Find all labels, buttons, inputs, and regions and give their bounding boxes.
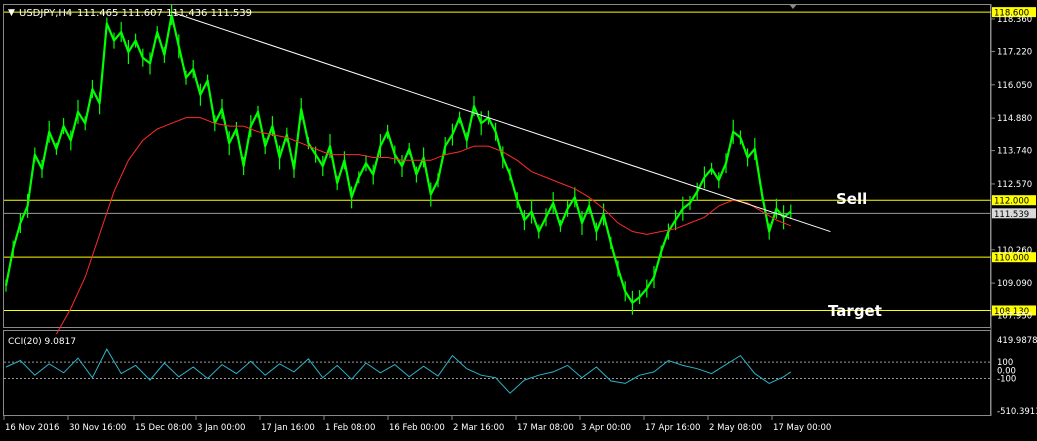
sell-annotation: Sell	[836, 190, 867, 208]
y-tick-label: 117.220	[997, 47, 1032, 57]
level-tag-label-1: 112.000	[994, 197, 1029, 207]
target-annotation: Target	[828, 302, 882, 320]
current-price-label: 111.539	[994, 210, 1029, 220]
cci-scale-label: -100	[997, 374, 1016, 384]
x-tick-label: 17 Apr 16:00	[645, 423, 700, 433]
cci-scale-label: -510.3913	[997, 407, 1037, 417]
x-tick-label: 16 Feb 00:00	[389, 423, 445, 433]
y-tick-label: 113.740	[997, 147, 1032, 157]
symbol-header: USDJPY,H4	[19, 8, 72, 19]
chart-canvas[interactable]: 118.600112.000110.000108.130118.360117.2…	[0, 0, 1037, 441]
x-tick-label: 17 May 00:00	[773, 423, 831, 433]
x-tick-label: 2 Mar 16:00	[453, 423, 504, 433]
cci-label: CCI(20) 9.0817	[8, 337, 76, 347]
background	[0, 0, 1037, 441]
x-tick-label: 30 Nov 16:00	[69, 423, 126, 433]
x-tick-label: 17 Mar 08:00	[517, 423, 574, 433]
y-tick-label: 109.090	[997, 279, 1032, 289]
x-tick-label: 2 May 08:00	[709, 423, 762, 433]
y-tick-label: 110.260	[997, 246, 1032, 256]
x-tick-label: 16 Nov 2016	[5, 423, 59, 433]
y-tick-label: 112.570	[997, 180, 1032, 190]
y-tick-label: 116.050	[997, 81, 1032, 91]
cci-scale-label: 419.9878	[997, 336, 1037, 346]
x-tick-label: 3 Jan 00:00	[197, 423, 245, 433]
y-tick-label: 114.880	[997, 114, 1032, 124]
ohlc-values: 111.465 111.607 111.436 111.539	[77, 8, 252, 19]
x-tick-label: 1 Feb 08:00	[325, 423, 375, 433]
y-tick-label: 118.360	[997, 15, 1032, 25]
y-tick-label: 107.950	[997, 312, 1032, 322]
x-tick-label: 15 Dec 08:00	[135, 423, 192, 433]
collapse-icon[interactable]: ▼	[8, 8, 15, 18]
x-tick-label: 3 Apr 00:00	[581, 423, 631, 433]
x-tick-label: 17 Jan 16:00	[261, 423, 315, 433]
